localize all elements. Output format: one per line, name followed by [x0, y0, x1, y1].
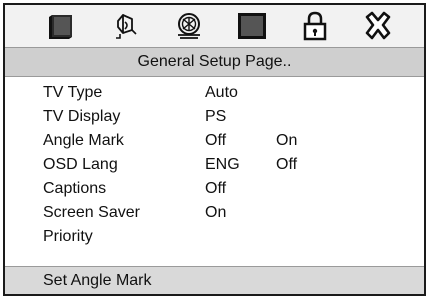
setting-label: Screen Saver	[43, 204, 140, 221]
menu-icon-bar	[5, 5, 424, 47]
setting-row-captions[interactable]: Captions Off	[5, 177, 424, 201]
setting-option[interactable]: On	[276, 129, 297, 153]
setting-value[interactable]: ENG	[205, 153, 240, 177]
page-title: General Setup Page..	[137, 53, 292, 70]
setting-option[interactable]: Off	[276, 153, 297, 177]
setting-row-tv-type[interactable]: TV Type Auto	[5, 81, 424, 105]
setting-label: Captions	[43, 180, 107, 197]
video-reel-icon[interactable]	[171, 9, 207, 43]
status-bar: Set Angle Mark	[5, 266, 424, 294]
exit-x-icon[interactable]	[360, 9, 396, 43]
setting-label: OSD Lang	[43, 156, 118, 173]
speaker-audio-icon[interactable]	[108, 9, 144, 43]
setting-value[interactable]: Auto	[205, 81, 238, 105]
setting-label: TV Type	[43, 84, 103, 101]
setting-value[interactable]: Off	[205, 129, 226, 153]
status-text: Set Angle Mark	[43, 272, 152, 289]
setup-menu-window: General Setup Page.. TV Type Auto TV Dis…	[3, 3, 426, 296]
password-lock-icon[interactable]	[297, 9, 333, 43]
page-title-bar: General Setup Page..	[5, 47, 424, 77]
setting-label: Angle Mark	[43, 132, 124, 149]
setting-row-angle-mark[interactable]: Angle Mark Off On	[5, 129, 424, 153]
setting-value[interactable]: PS	[205, 105, 226, 129]
setting-row-screen-saver[interactable]: Screen Saver On	[5, 201, 424, 225]
setting-label: TV Display	[43, 108, 121, 125]
tv-monitor-icon[interactable]	[45, 9, 81, 43]
setting-row-osd-lang[interactable]: OSD Lang ENG Off	[5, 153, 424, 177]
preference-square-icon[interactable]	[234, 9, 270, 43]
setting-value[interactable]: On	[205, 201, 226, 225]
setting-row-priority[interactable]: Priority	[5, 225, 424, 249]
setting-label: Priority	[43, 228, 93, 245]
setting-value[interactable]: Off	[205, 177, 226, 201]
setting-row-tv-display[interactable]: TV Display PS	[5, 105, 424, 129]
